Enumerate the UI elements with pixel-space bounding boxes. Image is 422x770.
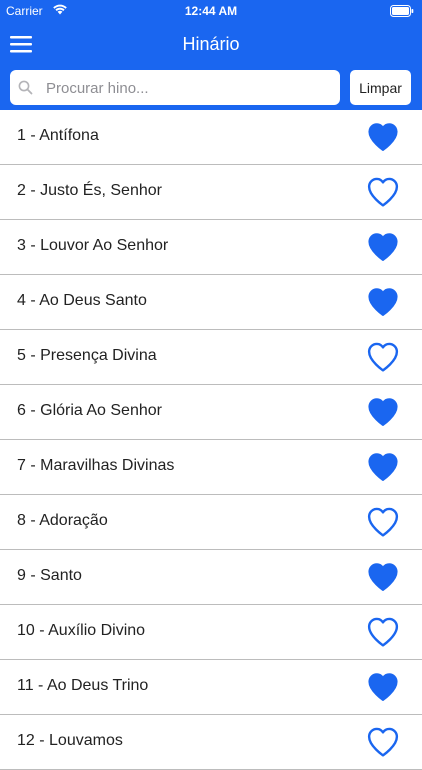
status-bar: Carrier 12:44 AM — [0, 0, 422, 22]
list-item[interactable]: 4 - Ao Deus Santo — [0, 275, 422, 330]
hymn-title: 2 - Justo És, Senhor — [17, 182, 162, 199]
heart-outline-icon[interactable] — [365, 505, 401, 539]
hymn-title: 8 - Adoração — [17, 512, 108, 529]
search-field-container — [10, 70, 340, 107]
heart-filled-icon[interactable] — [365, 670, 401, 704]
heart-outline-icon[interactable] — [365, 615, 401, 649]
heart-filled-icon[interactable] — [365, 285, 401, 319]
heart-outline-icon[interactable] — [365, 340, 401, 374]
search-input[interactable] — [44, 70, 338, 107]
list-item[interactable]: 11 - Ao Deus Trino — [0, 660, 422, 715]
list-item[interactable]: 7 - Maravilhas Divinas — [0, 440, 422, 495]
hymn-title: 10 - Auxílio Divino — [17, 622, 146, 639]
list-item[interactable]: 8 - Adoração — [0, 495, 422, 550]
hymn-title: 3 - Louvor Ao Senhor — [17, 237, 169, 254]
hymn-title: 6 - Glória Ao Senhor — [17, 402, 162, 419]
nav-bar: Hinário — [0, 22, 422, 66]
menu-icon[interactable] — [10, 34, 32, 54]
hymn-title: 4 - Ao Deus Santo — [17, 292, 147, 309]
search-bar: Limpar — [0, 66, 422, 110]
list-item[interactable]: 9 - Santo — [0, 550, 422, 605]
list-item[interactable]: 6 - Glória Ao Senhor — [0, 385, 422, 440]
hymn-title: 12 - Louvamos — [17, 732, 123, 749]
clear-button[interactable]: Limpar — [350, 70, 411, 105]
list-item[interactable]: 5 - Presença Divina — [0, 330, 422, 385]
page-title: Hinário — [182, 34, 240, 54]
heart-outline-icon[interactable] — [365, 725, 401, 759]
hymn-list: 1 - Antífona 2 - Justo És, Senhor 3 - Louv… — [0, 110, 422, 770]
hymn-title: 9 - Santo — [17, 567, 82, 584]
hymn-title: 11 - Ao Deus Trino — [17, 677, 149, 694]
heart-filled-icon[interactable] — [365, 560, 401, 594]
list-item[interactable]: 10 - Auxílio Divino — [0, 605, 422, 660]
heart-filled-icon[interactable] — [365, 450, 401, 484]
search-icon — [18, 80, 33, 100]
heart-filled-icon[interactable] — [365, 120, 401, 154]
battery-icon — [390, 5, 414, 20]
hymn-title: 7 - Maravilhas Divinas — [17, 457, 175, 474]
list-item[interactable]: 1 - Antífona — [0, 110, 422, 165]
list-item[interactable]: 3 - Louvor Ao Senhor — [0, 220, 422, 275]
heart-filled-icon[interactable] — [365, 230, 401, 264]
heart-outline-icon[interactable] — [365, 175, 401, 209]
list-item[interactable]: 2 - Justo És, Senhor — [0, 165, 422, 220]
hymn-title: 1 - Antífona — [17, 127, 99, 144]
hymn-title: 5 - Presença Divina — [17, 347, 157, 364]
list-item[interactable]: 12 - Louvamos — [0, 715, 422, 770]
clock: 12:44 AM — [184, 4, 238, 18]
heart-filled-icon[interactable] — [365, 395, 401, 429]
